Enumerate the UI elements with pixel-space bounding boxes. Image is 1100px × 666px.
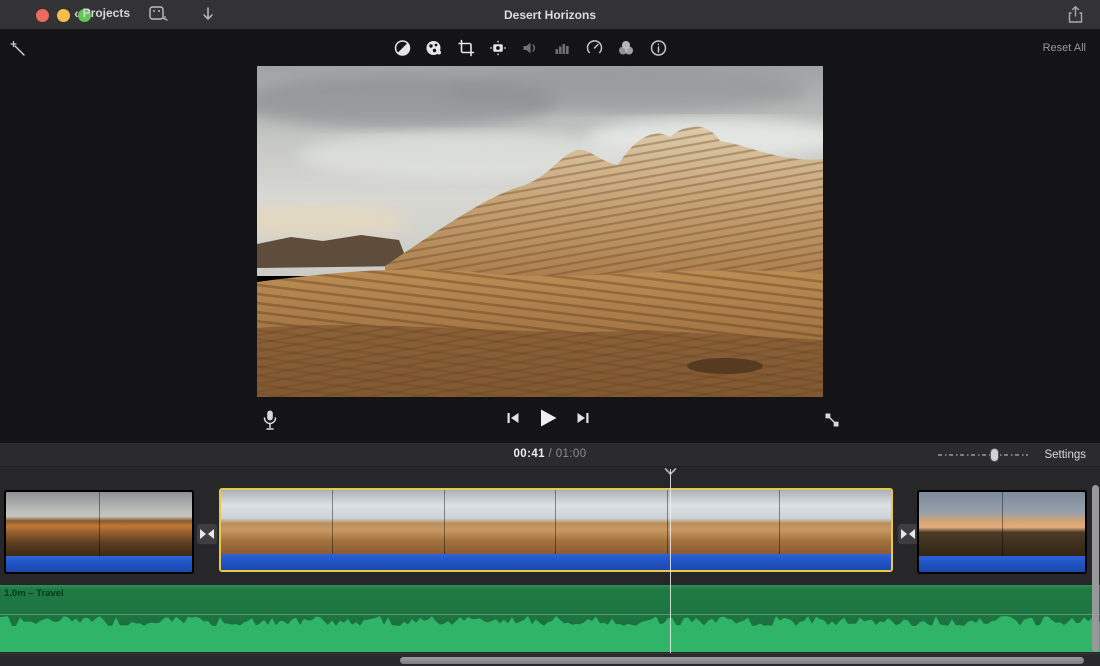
transition-icon[interactable] <box>897 523 919 545</box>
adjustments-toolbar <box>393 38 668 57</box>
thumbnail-frame <box>1003 492 1086 556</box>
clip-audio-bar <box>6 556 192 572</box>
clip-thumbnails <box>6 492 192 556</box>
total-duration: 01:00 <box>556 448 587 460</box>
thumbnail-frame <box>780 490 891 554</box>
clip-thumbnails <box>919 492 1085 556</box>
timeline-header: 00:41 / 01:00 Settings <box>0 443 1100 467</box>
video-preview <box>257 66 823 397</box>
horizontal-scrollbar[interactable] <box>0 653 1100 666</box>
current-time: 00:41 <box>514 448 545 460</box>
zoom-slider-thumb[interactable] <box>990 448 999 462</box>
playback-buttons <box>505 407 591 429</box>
crop-icon[interactable] <box>457 38 476 57</box>
imovie-window: ‹ Projects Desert Horizons <box>0 0 1100 666</box>
speed-icon[interactable] <box>585 38 604 57</box>
waveform-shape <box>0 616 1100 652</box>
thumbnail-frame <box>333 490 445 554</box>
clip-audio-bar <box>221 554 891 570</box>
timeline-settings-button[interactable]: Settings <box>1044 449 1086 461</box>
clip-information-icon[interactable] <box>649 38 668 57</box>
thumbnail-frame <box>100 492 193 556</box>
viewer-pane: Reset All <box>0 31 1100 443</box>
horizontal-scrollbar-thumb[interactable] <box>400 657 1084 664</box>
previous-clip-button[interactable] <box>505 410 521 426</box>
noise-reduction-icon[interactable] <box>553 38 572 57</box>
background-music-clip[interactable]: 1.0m – Travel <box>0 585 1100 652</box>
timeline-pane[interactable]: 1.0m – Travel <box>0 467 1100 666</box>
playhead-line[interactable] <box>670 469 671 654</box>
thumbnail-frame <box>445 490 557 554</box>
titlebar: ‹ Projects Desert Horizons <box>0 0 1100 30</box>
color-correction-icon[interactable] <box>425 38 444 57</box>
play-button[interactable] <box>537 407 559 429</box>
thumbnail-frame <box>6 492 100 556</box>
timeline-clip-right[interactable] <box>917 490 1087 574</box>
project-title: Desert Horizons <box>0 8 1100 22</box>
timeline-clip-left[interactable] <box>4 490 194 574</box>
time-divider: / <box>545 448 556 460</box>
stabilization-icon[interactable] <box>489 38 508 57</box>
thumbnail-frame <box>668 490 780 554</box>
color-balance-icon[interactable] <box>393 38 412 57</box>
vertical-scrollbar-thumb[interactable] <box>1092 485 1099 652</box>
thumbnail-frame <box>556 490 668 554</box>
timeline-zoom-slider[interactable] <box>938 453 1028 457</box>
timeline-clip-selected[interactable] <box>219 488 893 572</box>
fullscreen-icon[interactable] <box>824 412 840 428</box>
clip-filter-icon[interactable] <box>617 38 636 57</box>
time-display: 00:41 / 01:00 <box>0 448 1100 460</box>
transition-icon[interactable] <box>196 523 218 545</box>
next-clip-button[interactable] <box>575 410 591 426</box>
thumbnail-frame <box>221 490 333 554</box>
desert-scene-image <box>257 66 823 397</box>
enhance-wand-icon[interactable] <box>9 40 27 58</box>
share-icon[interactable] <box>1067 5 1084 25</box>
clip-thumbnails <box>221 490 891 554</box>
voiceover-mic-icon[interactable] <box>262 409 278 431</box>
clip-audio-bar <box>919 556 1085 572</box>
reset-all-button[interactable]: Reset All <box>1043 42 1086 54</box>
zoom-slider-track <box>938 454 1028 456</box>
volume-icon[interactable] <box>521 38 540 57</box>
audio-waveform <box>0 585 1100 652</box>
thumbnail-frame <box>919 492 1003 556</box>
